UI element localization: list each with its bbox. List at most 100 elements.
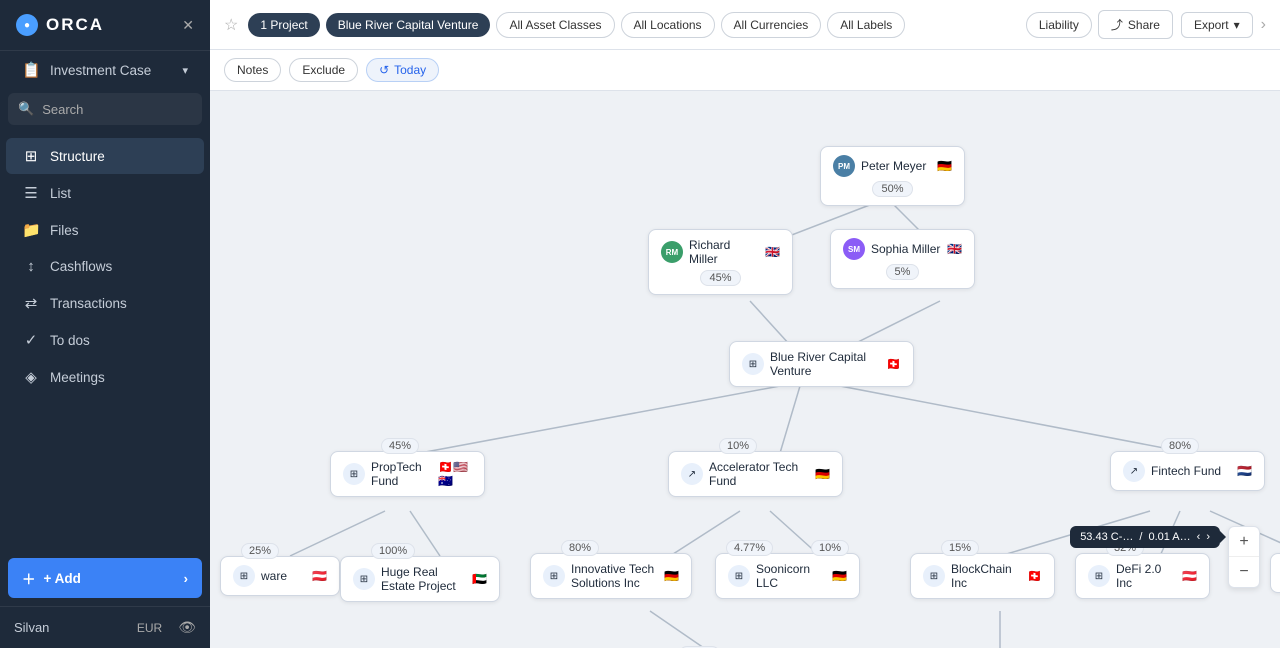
huge-real-flag: 🇦🇪 [472,572,487,586]
notes-button[interactable]: Notes [224,58,281,82]
sidebar-item-cashflows-label: Cashflows [50,259,112,274]
search-icon: 🔍 [18,101,34,117]
node-proptech-fund[interactable]: ⊞ PropTech Fund 🇨🇭🇺🇸🇦🇺 45% [330,451,485,497]
accelerator-name: Accelerator Tech Fund [709,460,809,488]
today-icon: ↺ [379,63,389,77]
cashflows-icon: ↕ [22,258,40,275]
sidebar-item-structure-label: Structure [50,149,105,164]
share-icon: ⤴ [1111,16,1123,33]
project-filter-label: 1 Project [260,18,307,32]
node-soonicorn[interactable]: ⊞ Soonicorn LLC 🇩🇪 4.77% 10% [715,553,860,599]
labels-label: All Labels [840,18,892,32]
right-panel-collapse-button[interactable]: › [1261,16,1266,34]
accelerator-icon: ↗ [681,463,703,485]
defi-flag: 🇦🇹 [1182,569,1197,583]
tooltip-text2: 0.01 A… [1148,531,1190,543]
liability-chip[interactable]: Liability [1026,12,1092,38]
sidebar-item-files[interactable]: 📁 Files [6,212,204,248]
currency-filter-chip[interactable]: All Currencies [721,12,822,38]
fund-filter-label: Blue River Capital Venture [338,18,479,32]
graph-canvas[interactable]: PM Peter Meyer 🇩🇪 50% RM Richard Miller … [210,91,1280,648]
accelerator-flag: 🇩🇪 [815,467,830,481]
fintech-icon: ↗ [1123,460,1145,482]
tooltip-chevron-left[interactable]: ‹ [1197,531,1201,543]
eye-icon[interactable]: 👁 [178,619,196,636]
node-blue-river[interactable]: ⊞ Blue River Capital Venture 🇨🇭 [729,341,914,387]
ware-icon: ⊞ [233,565,255,587]
add-label: + Add [44,571,81,586]
export-label: Export [1194,18,1229,32]
huge-real-pct: 100% [371,543,415,559]
sidebar-item-todos[interactable]: ✓ To dos [6,322,204,358]
node-blockchain-inc[interactable]: ⊞ BlockChain Inc 🇨🇭 15% [910,553,1055,599]
innovative-icon: ⊞ [543,565,565,587]
today-label: Today [394,63,426,77]
innovative-flag: 🇩🇪 [664,569,679,583]
today-button[interactable]: ↺ Today [366,58,439,82]
ware-flag: 🇦🇹 [312,569,327,583]
logo-icon: ● [16,14,38,36]
sophia-pct: 5% [886,264,920,280]
tooltip-chevron-right[interactable]: › [1206,531,1210,543]
avatar-peter: PM [833,155,855,177]
node-accelerator-tech-fund[interactable]: ↗ Accelerator Tech Fund 🇩🇪 10% [668,451,843,497]
search-input[interactable]: 🔍 Search [8,93,202,125]
node-finbi[interactable]: ⊞ FinBi… [1270,553,1280,593]
exclude-button[interactable]: Exclude [289,58,358,82]
add-button[interactable]: ＋ + Add › [8,558,202,598]
node-huge-real-estate[interactable]: ⊞ Huge Real Estate Project 🇦🇪 100% [340,556,500,602]
asset-class-label: All Asset Classes [509,18,601,32]
blue-river-name: Blue River Capital Venture [770,350,880,378]
sidebar-nav: ⊞ Structure ☰ List 📁 Files ↕ Cashflows ⇄… [0,129,210,550]
defi-name: DeFi 2.0 Inc [1116,562,1176,590]
liability-label: Liability [1039,18,1079,32]
sidebar: ● ORCA ✕ 📋 Investment Case ▾ 🔍 Search ⊞ … [0,0,210,648]
sub-toolbar: Notes Exclude ↺ Today [210,50,1280,91]
richard-pct: 45% [700,270,740,286]
sidebar-item-structure[interactable]: ⊞ Structure [6,138,204,174]
star-button[interactable]: ☆ [224,15,238,35]
node-innovative-tech[interactable]: ⊞ Innovative Tech Solutions Inc 🇩🇪 80% [530,553,692,599]
notes-label: Notes [237,63,268,77]
sidebar-item-todos-label: To dos [50,333,90,348]
investment-case-label: Investment Case [50,63,151,78]
sidebar-item-list[interactable]: ☰ List [6,175,204,211]
peter-meyer-name: Peter Meyer [861,159,926,173]
peter-flag: 🇩🇪 [937,159,952,173]
asset-class-filter-chip[interactable]: All Asset Classes [496,12,614,38]
fintech-name: Fintech Fund [1151,464,1221,478]
proptech-name: PropTech Fund [371,460,432,488]
sidebar-collapse-button[interactable]: ✕ [182,17,194,34]
ware-name: ware [261,569,287,583]
chevron-down-icon: ▾ [182,64,188,77]
location-filter-chip[interactable]: All Locations [621,12,715,38]
node-sophia-miller[interactable]: SM Sophia Miller 🇬🇧 5% [830,229,975,289]
currency-label: EUR [137,621,162,635]
labels-filter-chip[interactable]: All Labels [827,12,905,38]
huge-real-name: Huge Real Estate Project [381,565,466,593]
proptech-flags: 🇨🇭🇺🇸🇦🇺 [438,460,472,488]
node-richard-miller[interactable]: RM Richard Miller 🇬🇧 45% [648,229,793,295]
node-fintech-fund[interactable]: ↗ Fintech Fund 🇳🇱 80% [1110,451,1265,491]
meetings-icon: ◈ [22,368,40,386]
transactions-icon: ⇄ [22,294,40,312]
zoom-out-button[interactable]: − [1229,557,1259,587]
node-defi[interactable]: ⊞ DeFi 2.0 Inc 🇦🇹 32% [1075,553,1210,599]
node-ware[interactable]: ⊞ ware 🇦🇹 25% [220,556,340,596]
sophia-miller-name: Sophia Miller [871,242,940,256]
project-filter-chip[interactable]: 1 Project [248,13,319,37]
sidebar-item-cashflows[interactable]: ↕ Cashflows [6,249,204,284]
share-label: Share [1128,18,1160,32]
node-peter-meyer[interactable]: PM Peter Meyer 🇩🇪 50% [820,146,965,206]
share-button[interactable]: ⤴ Share [1098,10,1173,39]
sidebar-item-meetings[interactable]: ◈ Meetings [6,359,204,395]
peter-pct: 50% [872,181,912,197]
zoom-in-button[interactable]: + [1229,527,1259,557]
add-chevron-icon: › [184,571,188,586]
fund-filter-chip[interactable]: Blue River Capital Venture [326,13,491,37]
sidebar-item-transactions[interactable]: ⇄ Transactions [6,285,204,321]
export-button[interactable]: Export ▾ [1181,12,1253,38]
zoom-controls: + − [1228,526,1260,588]
sidebar-item-investment-case[interactable]: 📋 Investment Case ▾ [6,52,204,88]
sidebar-logo: ● ORCA ✕ [0,0,210,51]
